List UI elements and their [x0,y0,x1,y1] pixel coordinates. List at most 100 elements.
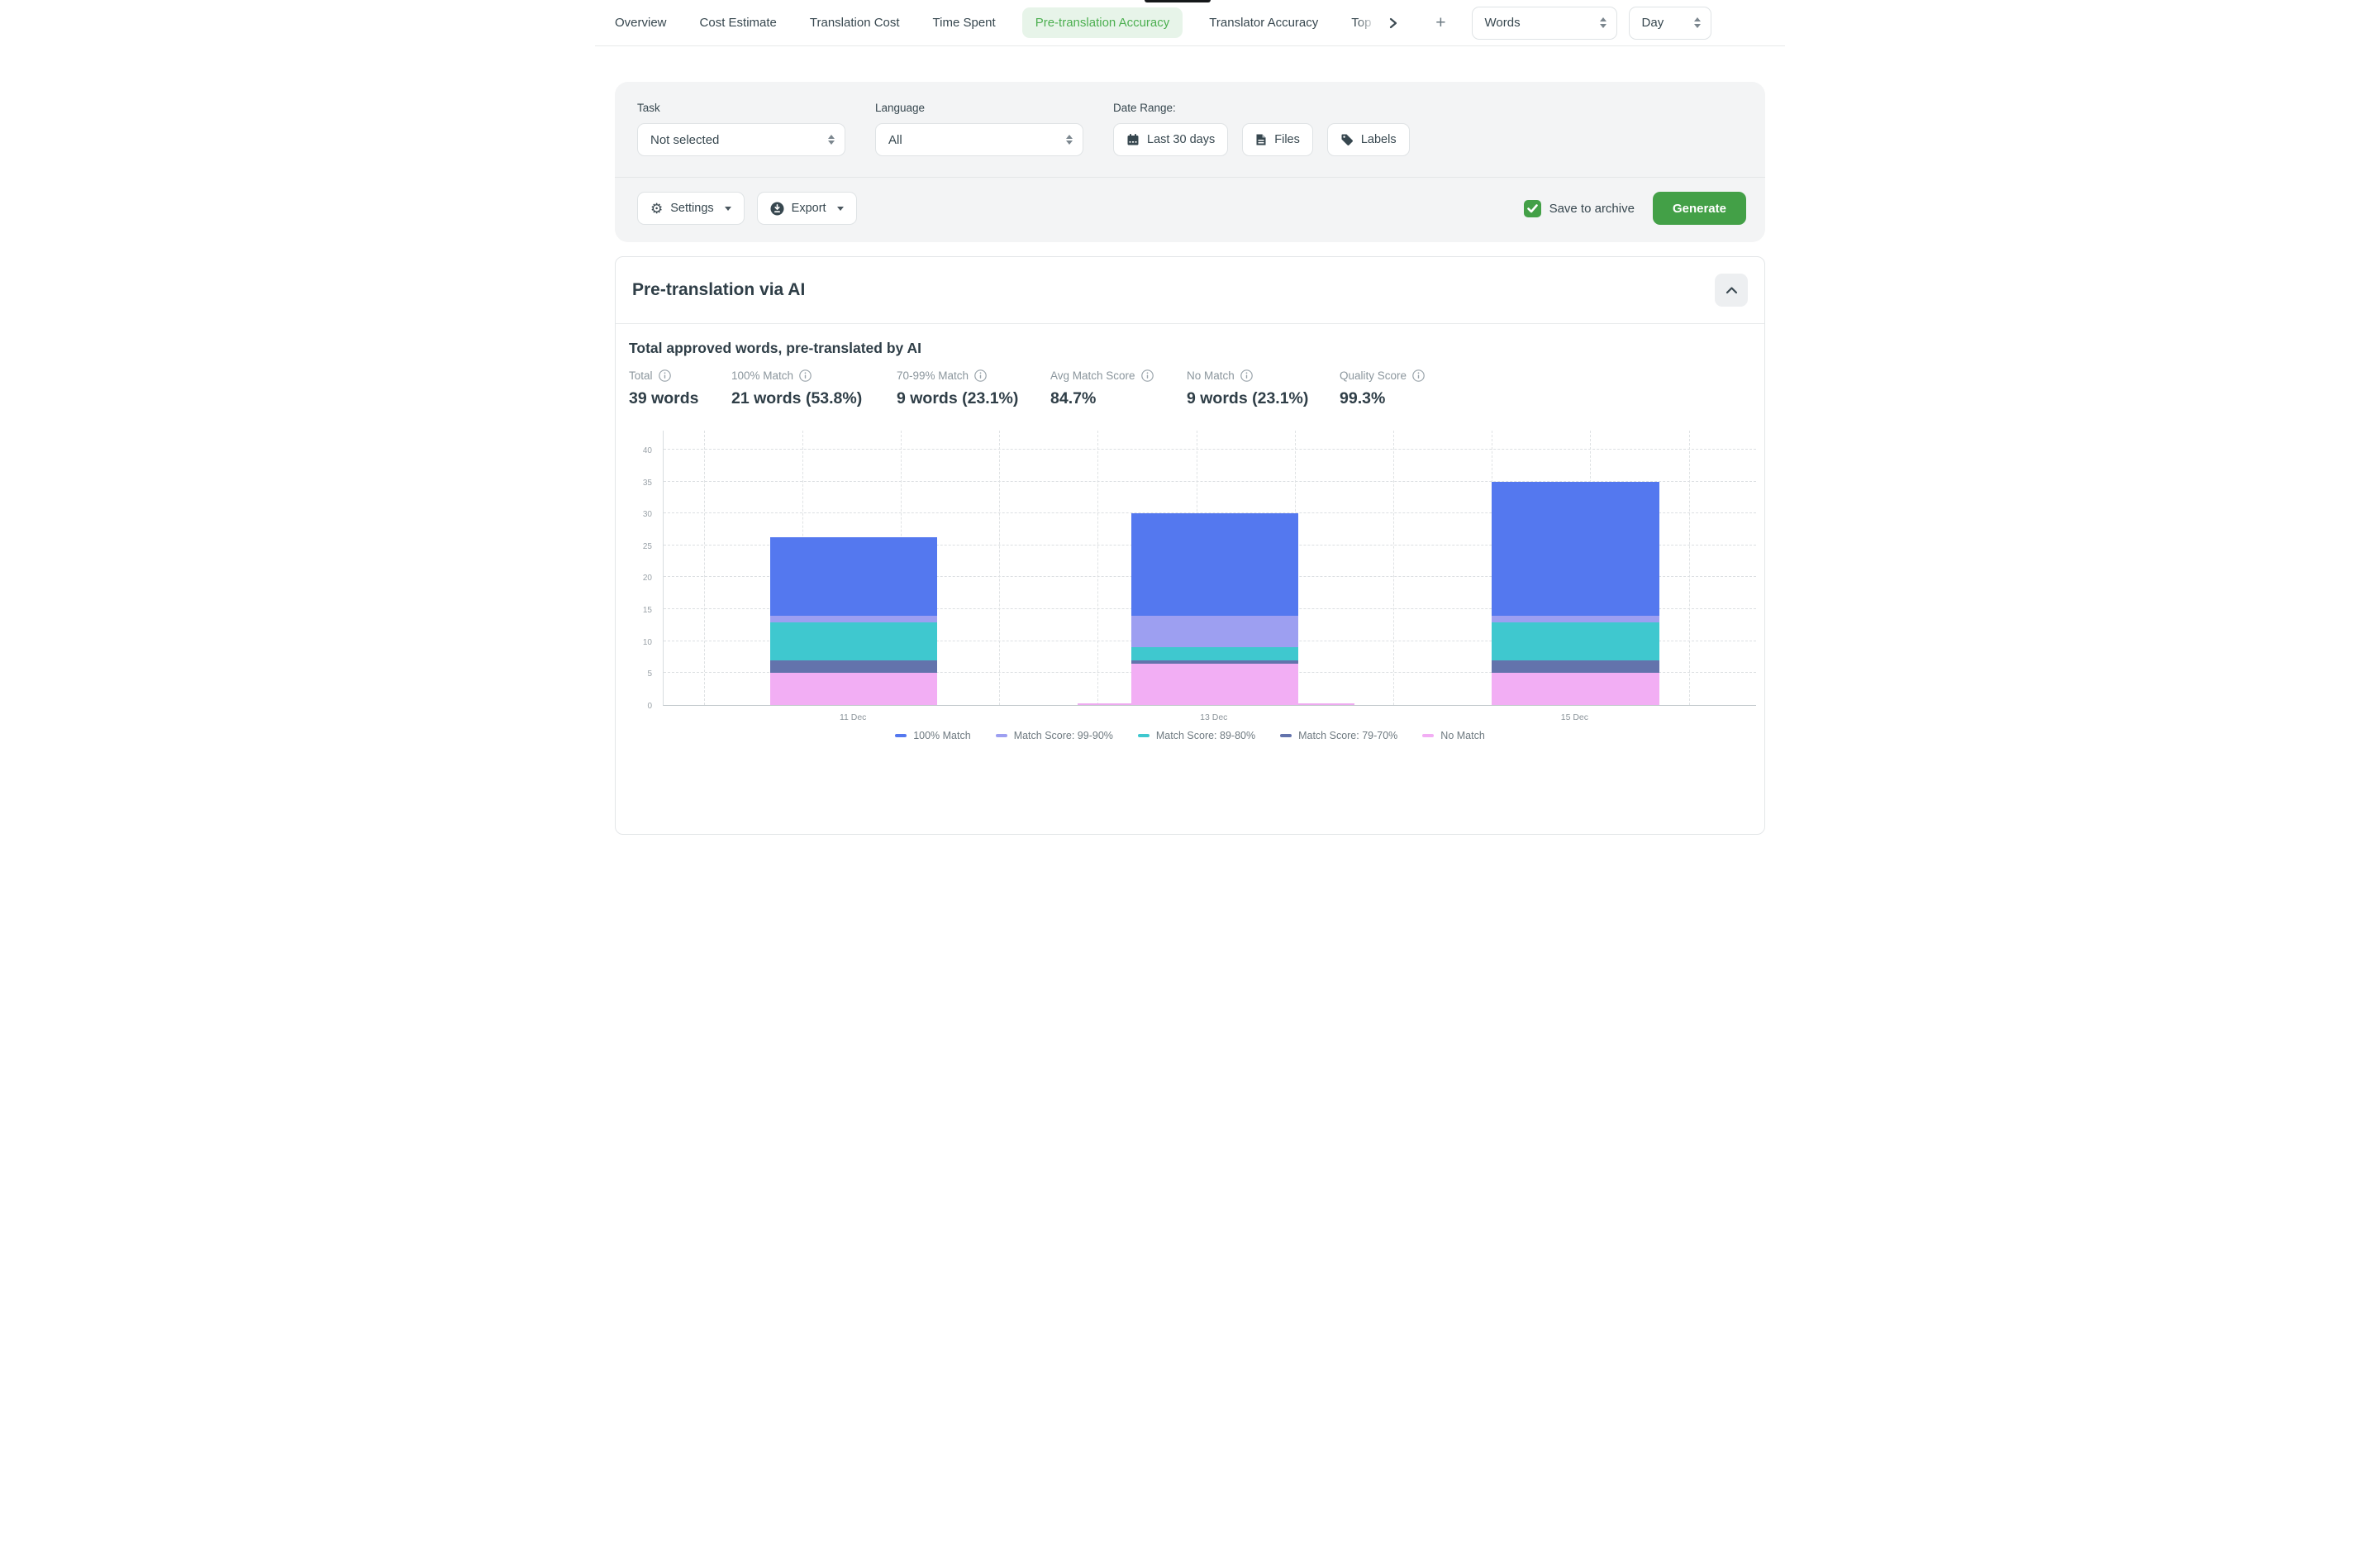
legend-item-match-score-89-80-[interactable]: Match Score: 89-80% [1138,730,1255,741]
add-tab-button[interactable]: + [1435,14,1445,31]
info-icon[interactable] [1141,369,1154,382]
date-range-label: Date Range: [1113,102,1410,114]
stat-quality-score: Quality Score 99.3% [1340,369,1425,408]
y-axis-tick-label: 15 [616,606,652,615]
date-range-button[interactable]: Last 30 days [1113,123,1228,156]
unit-select[interactable]: Words [1472,7,1617,40]
bar-segment [1492,660,1659,673]
info-icon[interactable] [1240,369,1253,382]
language-label: Language [875,102,1083,114]
window-notch [1145,0,1211,2]
file-icon [1255,133,1267,146]
stat-avg-match-score: Avg Match Score84.7% [1050,369,1187,408]
period-select[interactable]: Day [1629,7,1711,40]
task-label: Task [637,102,845,114]
legend-marker-icon [1280,734,1292,737]
filters-panel: Task Not selected Language All Date Rang… [615,82,1765,242]
stat-100-match: 100% Match21 words (53.8%) [731,369,897,408]
info-icon[interactable] [659,369,671,382]
bar-13-dec[interactable] [1131,430,1298,705]
caret-down-icon [725,207,731,211]
bar-segment [1492,622,1659,660]
bar-11-dec[interactable] [770,430,937,705]
date-range-value: Last 30 days [1147,133,1215,146]
select-arrows-icon [1694,17,1701,28]
stat-value: 9 words (23.1%) [897,389,1050,408]
chart-area: 100% Match Match Score: 99-90% Match Score… [616,431,1764,761]
bar-15-dec[interactable] [1492,430,1659,705]
legend-label: 100% Match [913,730,970,741]
x-axis-tick-label: 15 Dec [1561,712,1588,722]
settings-button-label: Settings [670,202,713,215]
stat-no-match: No Match9 words (23.1%) [1187,369,1340,408]
stat-value: 39 words [629,389,731,408]
legend-marker-icon [996,734,1007,737]
labels-button[interactable]: Labels [1327,123,1410,156]
settings-button[interactable]: ⚙ Settings [637,192,745,225]
language-filter: Language All [875,102,1083,156]
legend-marker-icon [895,734,907,737]
language-select[interactable]: All [875,123,1083,156]
tab-top[interactable]: Top [1351,16,1378,30]
tab-translation-cost[interactable]: Translation Cost [810,16,900,30]
report-card: Pre-translation via AI Total approved wo… [615,256,1765,835]
date-range-filter: Date Range: Last 30 days [1113,102,1410,156]
tab-overview[interactable]: Overview [615,16,667,30]
report-tabbar: Overview Cost Estimate Translation Cost Tim… [595,0,1785,46]
task-select-value: Not selected [650,133,719,147]
legend-label: Match Score: 99-90% [1014,730,1113,741]
bar-segment [1492,673,1659,705]
export-button[interactable]: Export [757,192,857,225]
stat-value: 99.3% [1340,389,1425,408]
tab-time-spent[interactable]: Time Spent [933,16,996,30]
tab-pre-translation-accuracy[interactable]: Pre-translation Accuracy [1022,7,1183,38]
legend-item-no-match[interactable]: No Match [1422,730,1485,741]
chevron-right-icon [1388,17,1399,29]
bar-segment [770,622,937,660]
y-axis-tick-label: 25 [616,542,652,551]
download-icon [770,202,784,216]
save-to-archive-checkbox[interactable]: Save to archive [1524,200,1635,217]
report-title: Pre-translation via AI [632,280,805,300]
x-gridline [1689,431,1690,705]
legend-label: Match Score: 89-80% [1156,730,1255,741]
generate-button[interactable]: Generate [1653,192,1746,225]
x-gridline [1393,431,1394,705]
x-gridline [1097,431,1098,705]
task-select[interactable]: Not selected [637,123,845,156]
stat-label: No Match [1187,369,1340,382]
y-axis-tick-label: 5 [616,669,652,679]
stat-label: Avg Match Score [1050,369,1187,382]
y-axis-tick-label: 40 [616,446,652,455]
save-to-archive-label: Save to archive [1549,202,1635,216]
collapse-section-button[interactable] [1715,274,1748,307]
info-icon[interactable] [799,369,812,382]
legend-item-match-score-99-90-[interactable]: Match Score: 99-90% [996,730,1113,741]
tabs-overflow-button[interactable] [1388,17,1399,29]
legend-label: Match Score: 79-70% [1298,730,1397,741]
legend-item-match-score-79-70-[interactable]: Match Score: 79-70% [1280,730,1397,741]
legend-label: No Match [1440,730,1485,741]
caret-down-icon [837,207,844,211]
labels-button-label: Labels [1361,133,1397,146]
info-icon[interactable] [974,369,987,382]
stat-label: Quality Score [1340,369,1425,382]
bar-segment [1131,513,1298,616]
legend-item-100-match[interactable]: 100% Match [895,730,970,741]
legend-marker-icon [1422,734,1434,737]
tab-cost-estimate[interactable]: Cost Estimate [700,16,777,30]
select-arrows-icon [828,135,835,145]
bar-segment [1492,482,1659,616]
chart-section-title: Total approved words, pre-translated by … [629,340,1751,357]
bar-segment [1131,647,1298,660]
files-button[interactable]: Files [1242,123,1313,156]
export-button-label: Export [792,202,826,215]
y-axis-tick-label: 30 [616,510,652,519]
stat-label: Total [629,369,731,382]
bar-segment [1131,616,1298,648]
info-icon[interactable] [1412,369,1425,382]
y-axis-tick-label: 35 [616,479,652,488]
x-axis-tick-label: 11 Dec [840,712,867,722]
stats-row: Total39 words100% Match21 words (53.8%)7… [616,357,1764,408]
tab-translator-accuracy[interactable]: Translator Accuracy [1209,16,1318,30]
